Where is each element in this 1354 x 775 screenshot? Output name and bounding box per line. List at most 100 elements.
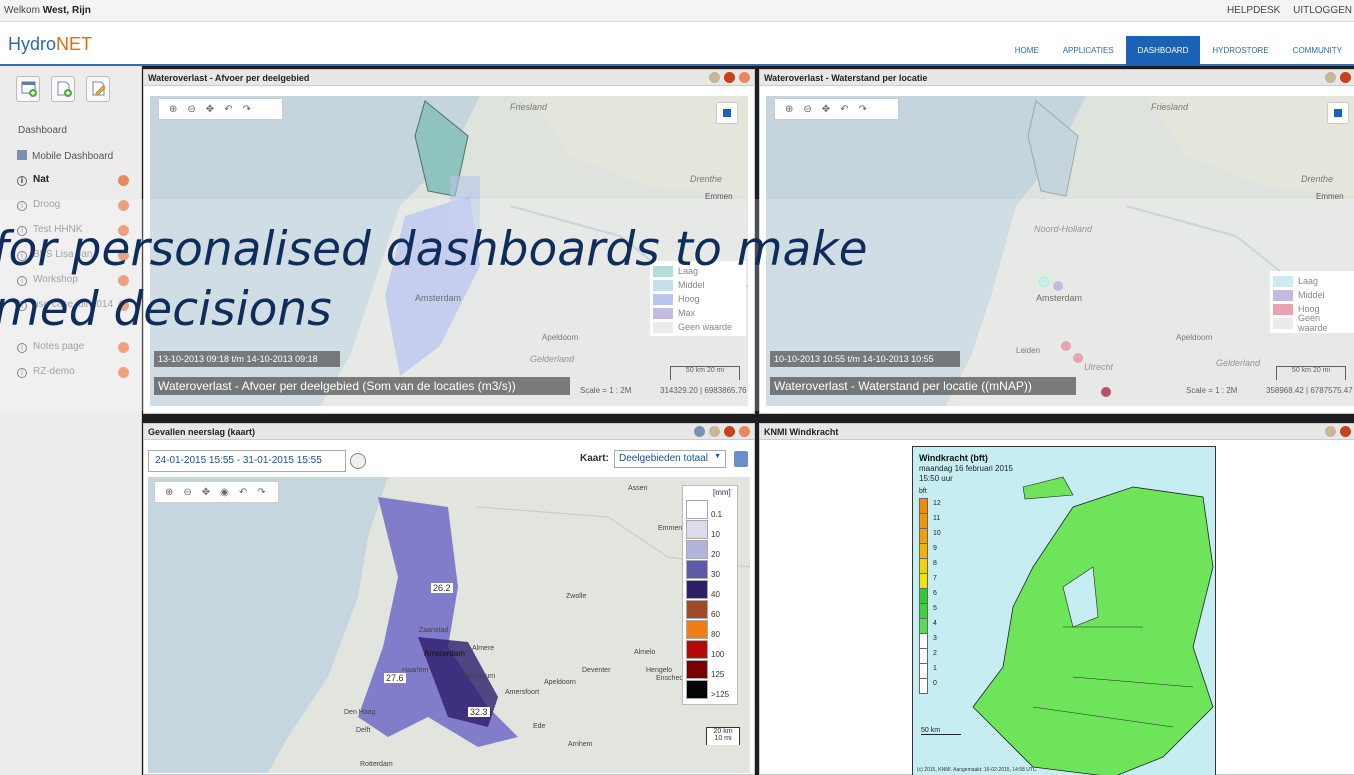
nav-hydrostore[interactable]: HYDROSTORE xyxy=(1200,36,1280,66)
redo-icon[interactable]: ↷ xyxy=(859,104,867,115)
panel-title-text: Wateroverlast - Waterstand per locatie xyxy=(764,73,928,83)
place-friesland: Friesland xyxy=(1151,102,1189,112)
rain-legend-swatch xyxy=(686,620,708,639)
nav-community[interactable]: COMMUNITY xyxy=(1281,36,1354,66)
tools-icon[interactable] xyxy=(1340,72,1351,83)
pan-icon[interactable]: ✥ xyxy=(202,487,210,498)
remove-icon[interactable] xyxy=(739,426,750,437)
text-overlay: for personalised dashboards to make med … xyxy=(0,199,1354,411)
new-dashboard-button[interactable] xyxy=(16,76,40,102)
settings-icon[interactable] xyxy=(709,426,720,437)
remove-icon[interactable] xyxy=(739,72,750,83)
settings-icon[interactable] xyxy=(1325,426,1336,437)
zoom-in-icon[interactable]: ⊕ xyxy=(785,104,793,115)
panel-title: Gevallen neerslag (kaart) xyxy=(144,424,754,440)
rain-legend-swatch xyxy=(686,640,708,659)
rain-legend-label: 30 xyxy=(711,570,720,579)
tools-icon[interactable] xyxy=(724,426,735,437)
undo-icon[interactable]: ↶ xyxy=(840,104,848,115)
scalebar: 20 km 10 mi xyxy=(706,727,740,745)
redo-icon[interactable]: ↷ xyxy=(257,487,265,498)
welcome-prefix: Welkom xyxy=(4,5,40,16)
sidebar-mobile-dashboard[interactable]: Mobile Dashboard xyxy=(17,150,113,162)
layers-button[interactable] xyxy=(716,102,738,124)
rain-legend-swatch xyxy=(686,600,708,619)
place-zaanstad: Zaanstad xyxy=(419,627,449,634)
mobile-icon[interactable] xyxy=(694,426,705,437)
place-hilversum: Hilversum xyxy=(464,673,496,680)
map-canvas[interactable] xyxy=(148,477,750,773)
zoom-out-icon[interactable]: ⊖ xyxy=(803,104,811,115)
kaart-select[interactable]: Deelgebieden totaal ▼ xyxy=(614,450,726,468)
logout-link[interactable]: UITLOGGEN xyxy=(1293,5,1352,16)
tools-icon[interactable] xyxy=(724,72,735,83)
wind-scalebar: 50 km xyxy=(921,727,961,735)
region-value-label: 32.3 xyxy=(468,707,490,717)
wind-scale-swatch xyxy=(919,528,928,544)
map-neerslag[interactable]: ⊕ ⊖ ✥ ◉ ↶ ↷ 26.2 27.6 32.3 Assen Emmen Zwolle… xyxy=(148,477,750,773)
header: HydroNET HOME APPLICATIES DASHBOARD HYDR… xyxy=(0,22,1354,66)
zoom-out-icon[interactable]: ⊖ xyxy=(183,487,191,498)
settings-icon[interactable] xyxy=(1325,72,1336,83)
nav-dashboard[interactable]: DASHBOARD xyxy=(1125,36,1201,66)
place-rotterdam: Rotterdam xyxy=(360,761,393,768)
pan-icon[interactable]: ✥ xyxy=(206,104,214,115)
place-haarlem: Haarlem xyxy=(402,667,429,674)
wind-scale-swatch xyxy=(919,543,928,559)
pan-icon[interactable]: ✥ xyxy=(822,104,830,115)
new-window-icon xyxy=(21,81,37,97)
panel-windkracht: KNMI Windkracht Windkracht (bft) maandag… xyxy=(759,423,1354,775)
clock-icon[interactable] xyxy=(350,453,366,469)
export-icon[interactable] xyxy=(734,451,748,467)
wind-scale-label: 11 xyxy=(933,515,941,522)
kaart-select-value: Deelgebieden totaal xyxy=(619,453,708,464)
place-amsterdam: Amsterdam xyxy=(424,649,465,658)
place-amersfoort: Amersfoort xyxy=(505,689,540,696)
wind-scale-label: 8 xyxy=(933,560,937,567)
logo-hydro: Hydro xyxy=(8,34,57,54)
place-almelo: Almelo xyxy=(634,649,656,656)
zoom-in-icon[interactable]: ⊕ xyxy=(169,104,177,115)
place-arnhem: Arnhem xyxy=(568,741,593,748)
kaart-label: Kaart: xyxy=(580,453,609,464)
place-hengelo: Hengelo xyxy=(646,667,673,674)
undo-icon[interactable]: ↶ xyxy=(224,104,232,115)
wind-map-time: 15:50 uur xyxy=(919,474,953,483)
redo-icon[interactable]: ↷ xyxy=(243,104,251,115)
settings-icon[interactable] xyxy=(709,72,720,83)
rain-legend-label: 60 xyxy=(711,610,720,619)
layers-button[interactable] xyxy=(1327,102,1349,124)
zoom-in-icon[interactable]: ⊕ xyxy=(165,487,173,498)
remove-icon[interactable] xyxy=(118,175,129,186)
new-page-button[interactable] xyxy=(51,76,75,102)
edit-page-button[interactable] xyxy=(86,76,110,102)
wind-map: Windkracht (bft) maandag 16 februari 201… xyxy=(912,446,1216,775)
place-drenthe: Drenthe xyxy=(690,174,723,184)
panel-controls xyxy=(694,426,750,437)
wind-scale-label: 12 xyxy=(933,500,941,507)
info-query-icon[interactable]: ◉ xyxy=(220,487,229,498)
place-delft: Delft xyxy=(356,727,371,734)
zoom-out-icon[interactable]: ⊖ xyxy=(187,104,195,115)
tools-icon[interactable] xyxy=(1340,426,1351,437)
place-assen: Assen xyxy=(628,485,648,492)
wind-scale-swatch xyxy=(919,678,928,694)
nav-applicaties[interactable]: APPLICATIES xyxy=(1051,36,1126,66)
region-value-label: 27.6 xyxy=(384,673,406,683)
sidebar-dashboard-label[interactable]: Dashboard xyxy=(18,125,67,136)
region-value-label: 26.2 xyxy=(431,583,453,593)
date-range-input[interactable]: 24-01-2015 15:55 - 31-01-2015 15:55 xyxy=(148,450,346,472)
rain-legend: [mm] 0.1 10 20 30 40 60 80 100 125 >125 xyxy=(682,485,738,705)
wind-scale-label: 5 xyxy=(933,605,937,612)
wind-scale-swatch xyxy=(919,558,928,574)
place-apeldoorn: Apeldoorn xyxy=(544,679,576,686)
undo-icon[interactable]: ↶ xyxy=(239,487,247,498)
sidebar-item-nat[interactable]: i Nat xyxy=(17,174,129,190)
wind-scale-label: 0 xyxy=(933,680,937,687)
panel-controls xyxy=(1325,426,1351,437)
nav-home[interactable]: HOME xyxy=(1003,36,1051,66)
hydronet-logo[interactable]: HydroNET xyxy=(8,34,92,55)
helpdesk-link[interactable]: HELPDESK xyxy=(1227,5,1280,16)
wind-scale-swatch xyxy=(919,513,928,529)
wind-map-canvas xyxy=(972,476,1214,775)
